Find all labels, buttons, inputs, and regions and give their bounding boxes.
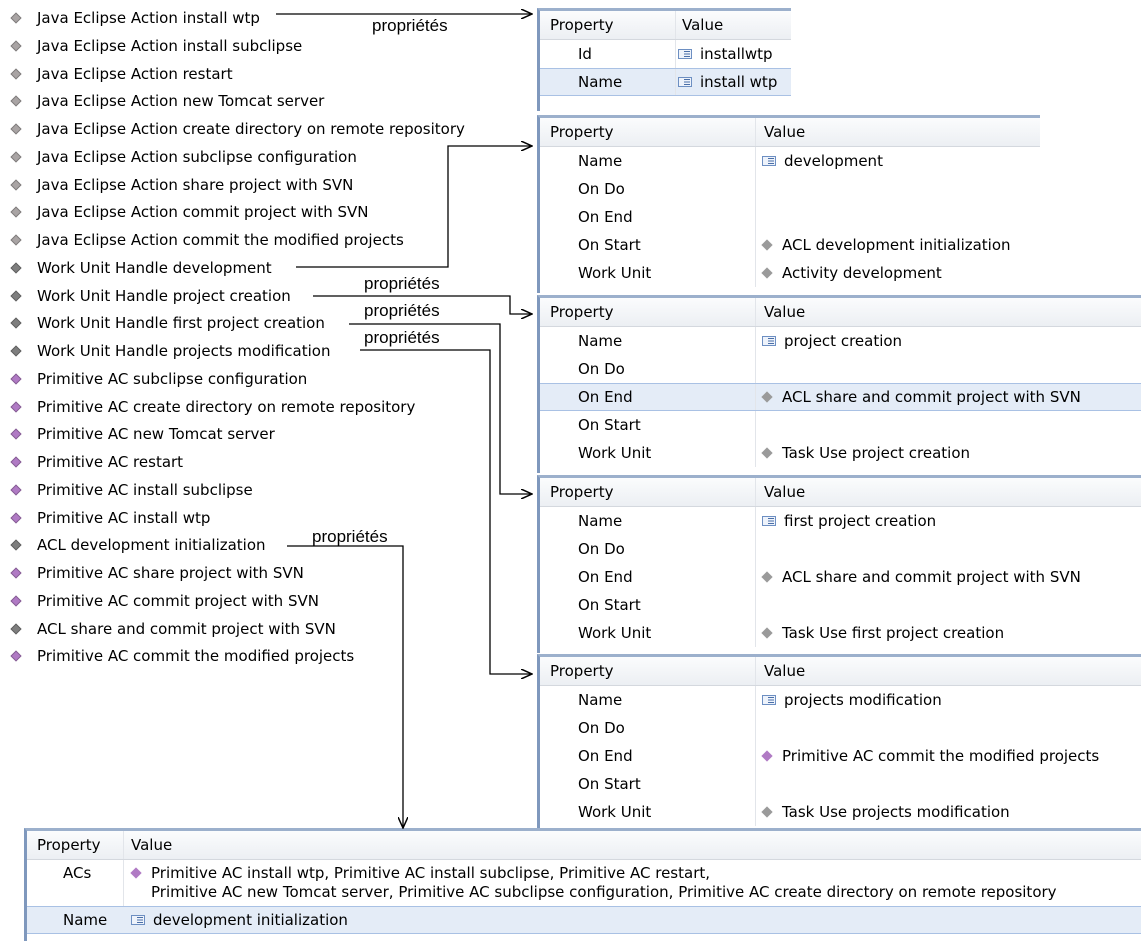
arrow-projects-modification	[360, 349, 532, 674]
connector-arrows	[276, 0, 1141, 938]
arrow-project-creation	[313, 295, 532, 314]
arrow-development	[296, 146, 532, 268]
arrow-development-initialization	[287, 545, 403, 828]
